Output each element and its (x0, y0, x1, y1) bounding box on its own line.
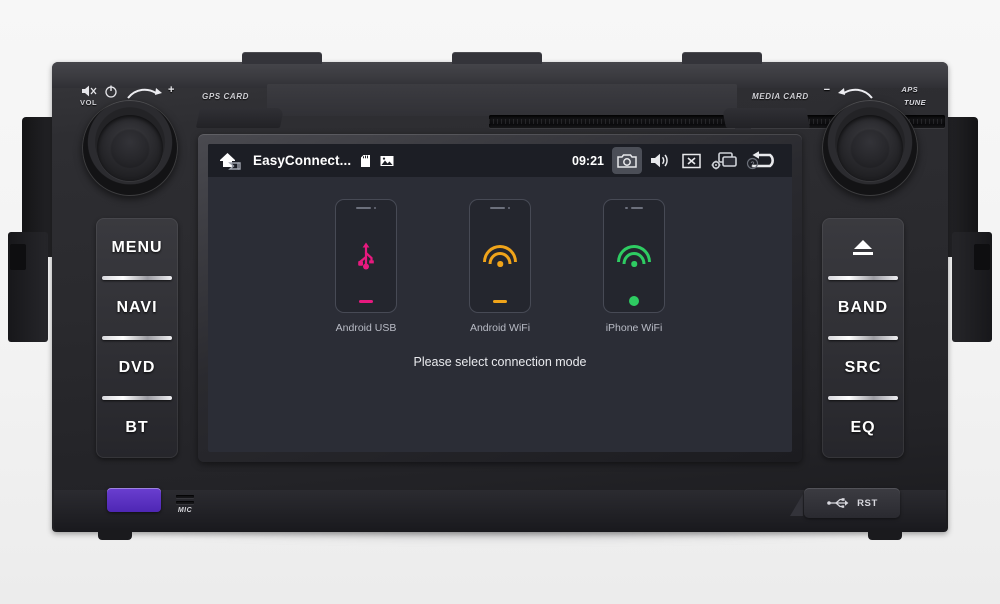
right-mount-bracket-lower (952, 232, 992, 342)
connection-mode-cards: Android USB Android WiFi iPhone WiFi (208, 199, 792, 334)
connection-card-android-wifi[interactable]: Android WiFi (469, 199, 531, 334)
tune-label: TUNE (903, 98, 926, 107)
bt-button[interactable]: BT (96, 396, 178, 458)
power-icon (105, 85, 117, 98)
top-tab-right (682, 52, 762, 64)
close-window-icon[interactable] (676, 147, 706, 174)
microphone: MIC (170, 495, 200, 514)
tune-knob-core (850, 128, 890, 168)
tune-knob[interactable] (822, 100, 918, 196)
clock: 09:21 (572, 153, 604, 168)
volume-icon[interactable] (644, 147, 674, 174)
settings-window-icon[interactable] (708, 147, 742, 174)
mic-slit (176, 501, 194, 504)
left-button-column: MENU NAVI DVD BT (96, 218, 178, 458)
usb-icon (827, 498, 849, 508)
phone-speaker (604, 207, 664, 210)
gps-card-label: GPS CARD (202, 92, 250, 101)
top-tab-center (452, 52, 542, 64)
eject-button[interactable] (822, 218, 904, 278)
back-return-icon[interactable]: ? (744, 147, 784, 174)
tune-minus-label: − (823, 84, 830, 96)
volume-knob-inner (97, 115, 163, 181)
card-label: iPhone WiFi (605, 322, 663, 334)
usb-icon (358, 242, 374, 270)
top-tab-left (242, 52, 322, 64)
usb-panel-wedge (790, 494, 803, 516)
disc-slot-housing (267, 84, 945, 130)
right-button-column: BAND SRC EQ (822, 218, 904, 458)
vol-label: VOL (80, 98, 98, 107)
camera-icon[interactable] (612, 147, 642, 174)
aps-label: APS (901, 85, 918, 94)
reset-display-button[interactable] (107, 488, 161, 512)
volume-plus-label: + (168, 84, 175, 96)
navi-button[interactable]: NAVI (96, 276, 178, 338)
unit-foot-left (98, 530, 132, 540)
mic-label: MIC (177, 507, 193, 514)
mute-speaker-icon (82, 85, 97, 97)
bracket-notch (10, 244, 26, 270)
rst-label: RST (857, 497, 878, 509)
connection-hint: Please select connection mode (413, 355, 587, 369)
connection-card-android-usb[interactable]: Android USB (335, 199, 397, 334)
card-label: Android WiFi (469, 322, 531, 334)
menu-button[interactable]: MENU (96, 218, 178, 278)
easyconnect-screen: Android USB Android WiFi iPhone WiFi Ple… (208, 177, 792, 452)
eq-button[interactable]: EQ (822, 396, 904, 458)
phone-speaker (470, 207, 530, 210)
card-label: Android USB (335, 322, 397, 334)
phone-home-indicator (359, 299, 373, 303)
band-button[interactable]: BAND (822, 276, 904, 338)
gps-card-slot[interactable] (195, 108, 285, 128)
connection-card-iphone-wifi[interactable]: iPhone WiFi (603, 199, 665, 334)
app-title: EasyConnect... (253, 153, 352, 168)
phone-graphic (469, 199, 531, 313)
eject-icon (850, 240, 876, 256)
phone-home-indicator (493, 299, 507, 303)
svg-text:?: ? (751, 161, 755, 168)
volume-knob[interactable] (82, 100, 178, 196)
volume-knob-core (110, 128, 150, 168)
usb-reset-panel[interactable]: RST (804, 488, 900, 518)
sd-card-icon (358, 147, 372, 174)
screen-bezel: EasyConnect... 09:21 ? Android USB Andro… (198, 134, 802, 462)
left-mount-bracket-lower (8, 232, 48, 342)
phone-speaker (336, 207, 396, 210)
phone-graphic (603, 199, 665, 313)
home-back-icon[interactable] (216, 147, 246, 174)
wifi-icon (617, 245, 651, 267)
dvd-button[interactable]: DVD (96, 336, 178, 398)
phone-graphic (335, 199, 397, 313)
wifi-icon (483, 245, 517, 267)
media-card-label: MEDIA CARD (752, 92, 809, 101)
car-head-unit: GPS CARD MEDIA CARD VOL + − APS TUNE MEN… (8, 52, 992, 540)
tune-knob-inner (837, 115, 903, 181)
image-icon (379, 147, 395, 174)
unit-foot-right (868, 530, 902, 540)
volume-up-arrow-icon (127, 88, 162, 99)
unit-faceplate: GPS CARD MEDIA CARD VOL + − APS TUNE MEN… (52, 52, 948, 540)
tune-arrow-icon (838, 88, 873, 99)
src-button[interactable]: SRC (822, 336, 904, 398)
touchscreen[interactable]: EasyConnect... 09:21 ? Android USB Andro… (208, 144, 792, 452)
screenshot-root: GPS CARD MEDIA CARD VOL + − APS TUNE MEN… (0, 0, 1000, 604)
android-status-bar: EasyConnect... 09:21 ? (208, 144, 792, 177)
phone-home-button (629, 296, 639, 306)
mic-slit (176, 495, 194, 498)
bracket-notch (974, 244, 990, 270)
media-card-slot[interactable] (721, 108, 811, 128)
